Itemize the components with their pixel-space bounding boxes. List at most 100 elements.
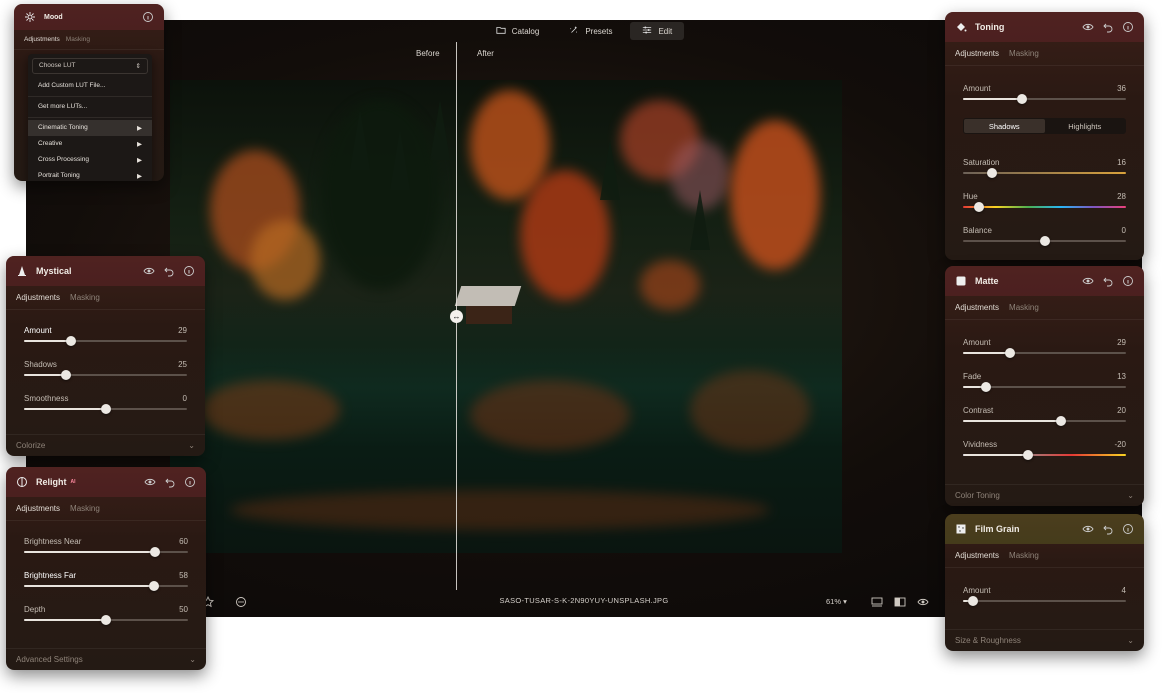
saturation-slider[interactable]: Saturation 16 (945, 152, 1144, 186)
reset-icon[interactable] (1102, 275, 1114, 287)
slider-track[interactable] (963, 450, 1126, 460)
toning-amount-slider[interactable]: Amount 36 (945, 78, 1144, 112)
nav-presets[interactable]: Presets (557, 22, 624, 40)
preview-eye-icon[interactable] (917, 595, 929, 607)
reset-icon[interactable] (163, 265, 175, 277)
slider-knob[interactable] (1016, 94, 1027, 104)
tab-adjustments[interactable]: Adjustments (16, 504, 60, 513)
menu-item-cinematic-toning[interactable]: Cinematic Toning ▶ (28, 120, 152, 136)
eye-icon[interactable] (1082, 275, 1094, 287)
slider-track[interactable] (24, 336, 187, 346)
menu-item-cross-processing[interactable]: Cross Processing ▶ (28, 152, 152, 168)
segment-shadows[interactable]: Shadows (964, 119, 1045, 133)
slider-track[interactable] (24, 404, 187, 414)
color-toning-section[interactable]: Color Toning ⌄ (945, 484, 1144, 506)
reset-icon[interactable] (164, 476, 176, 488)
hue-slider[interactable]: Hue 28 (945, 186, 1144, 220)
slider-value: 58 (179, 571, 188, 580)
slider-amount[interactable]: Amount 4 (945, 580, 1144, 614)
slider-track[interactable] (24, 547, 188, 557)
eye-icon[interactable] (1082, 523, 1094, 535)
slider-fade[interactable]: Fade 13 (945, 366, 1144, 400)
slider-knob[interactable] (1055, 416, 1066, 426)
slider-knob[interactable] (61, 370, 72, 380)
split-view-icon[interactable] (894, 595, 906, 607)
slider-knob[interactable] (1039, 236, 1050, 246)
lut-select[interactable]: Choose LUT ⇕ (32, 58, 148, 74)
divider-handle[interactable]: ↔ (450, 310, 463, 323)
advanced-settings-section[interactable]: Advanced Settings ⌄ (6, 648, 206, 670)
eye-icon[interactable] (1082, 21, 1094, 33)
slider-value: 28 (1117, 192, 1126, 201)
ai-badge: AI (70, 479, 76, 485)
slider-track[interactable] (963, 596, 1126, 606)
segment-highlights[interactable]: Highlights (1045, 119, 1126, 133)
tab-adjustments[interactable]: Adjustments (955, 303, 999, 312)
relight-icon (16, 476, 28, 488)
slider-knob[interactable] (980, 382, 991, 392)
slider-knob[interactable] (100, 404, 111, 414)
info-icon[interactable] (183, 265, 195, 277)
nav-edit-label: Edit (658, 26, 673, 36)
balance-slider[interactable]: Balance 0 (945, 220, 1144, 254)
size-roughness-section[interactable]: Size & Roughness ⌄ (945, 629, 1144, 651)
tab-adjustments[interactable]: Adjustments (955, 551, 999, 560)
info-icon[interactable] (1122, 275, 1134, 287)
nav-catalog[interactable]: Catalog (484, 22, 552, 40)
tab-masking[interactable]: Masking (1009, 551, 1039, 560)
tab-masking[interactable]: Masking (70, 293, 100, 302)
info-icon[interactable] (1122, 21, 1134, 33)
slider-brightness-far[interactable]: Brightness Far 58 (6, 565, 206, 599)
tab-masking[interactable]: Masking (70, 504, 100, 513)
slider-track[interactable] (24, 370, 187, 380)
slider-track[interactable] (24, 581, 188, 591)
tab-adjustments[interactable]: Adjustments (24, 36, 60, 43)
info-icon[interactable] (184, 476, 196, 488)
slider-vividness[interactable]: Vividness -20 (945, 434, 1144, 468)
nav-edit[interactable]: Edit (630, 22, 685, 40)
slider-value: 13 (1117, 372, 1126, 381)
tab-adjustments[interactable]: Adjustments (16, 293, 60, 302)
slider-knob[interactable] (974, 202, 985, 212)
slider-track[interactable] (963, 416, 1126, 426)
menu-item-creative[interactable]: Creative ▶ (28, 136, 152, 152)
menu-item-get-more-luts[interactable]: Get more LUTs... (28, 99, 152, 115)
menu-item-label: Creative (38, 140, 63, 147)
menu-item-portrait-toning[interactable]: Portrait Toning ▶ (28, 168, 152, 181)
compare-layout-icon[interactable] (871, 595, 883, 607)
slider-knob[interactable] (150, 547, 161, 557)
reset-icon[interactable] (1102, 21, 1114, 33)
slider-track[interactable] (24, 615, 188, 625)
slider-knob[interactable] (101, 615, 111, 625)
slider-knob[interactable] (987, 168, 998, 178)
tab-masking[interactable]: Masking (66, 36, 90, 43)
tab-masking[interactable]: Masking (1009, 303, 1039, 312)
info-icon[interactable] (1122, 523, 1134, 535)
photo-preview[interactable] (170, 80, 842, 553)
slider-shadows[interactable]: Shadows 25 (6, 354, 205, 388)
size-roughness-label: Size & Roughness (955, 636, 1021, 645)
menu-item-add-custom-lut[interactable]: Add Custom LUT File... (28, 78, 152, 94)
slider-smoothness[interactable]: Smoothness 0 (6, 388, 205, 422)
eye-icon[interactable] (143, 265, 155, 277)
slider-track[interactable] (963, 348, 1126, 358)
slider-amount[interactable]: Amount 29 (945, 332, 1144, 366)
slider-brightness-near[interactable]: Brightness Near 60 (6, 531, 206, 565)
reset-icon[interactable] (1102, 523, 1114, 535)
zoom-level[interactable]: 61% ▾ (826, 597, 847, 606)
slider-knob[interactable] (66, 336, 77, 346)
sparkle-icon (569, 25, 579, 37)
slider-depth[interactable]: Depth 50 (6, 599, 206, 633)
eye-icon[interactable] (144, 476, 156, 488)
slider-knob[interactable] (967, 596, 978, 606)
slider-amount[interactable]: Amount 29 (6, 320, 205, 354)
tab-adjustments[interactable]: Adjustments (955, 49, 999, 58)
colorize-section[interactable]: Colorize ⌄ (6, 434, 205, 456)
tab-masking[interactable]: Masking (1009, 49, 1039, 58)
info-icon[interactable] (142, 11, 154, 23)
slider-knob[interactable] (1023, 450, 1034, 460)
slider-knob[interactable] (148, 581, 159, 591)
slider-track[interactable] (963, 382, 1126, 392)
slider-contrast[interactable]: Contrast 20 (945, 400, 1144, 434)
slider-knob[interactable] (1005, 348, 1016, 358)
